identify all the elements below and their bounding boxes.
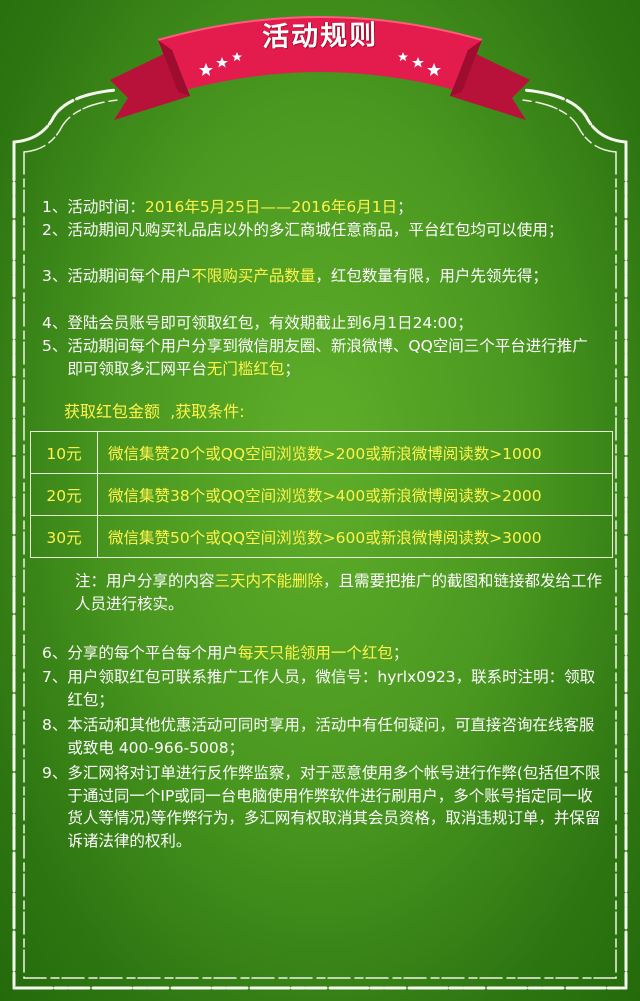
rule-number: 4、 <box>42 314 68 332</box>
rule-item: 7、 用户领取红包可联系推广工作人员，微信号：hyrlx0923，联系时注明：领… <box>42 666 602 711</box>
rule-item: 4、 登陆会员账号即可领取红包，有效期截止到6月1日24:00； <box>42 312 602 335</box>
rule-number: 5、 <box>42 337 68 355</box>
table-row: 30元 微信集赞50个或QQ空间浏览数>600或新浪微博阅读数>3000 <box>30 515 613 558</box>
rule-text: 活动期间凡购买礼品店以外的多汇商城任意商品，平台红包均可以使用； <box>67 219 602 242</box>
rule-item: 6、 分享的每个平台每个用户每天只能领用一个红包； <box>42 642 602 665</box>
reward-condition: 微信集赞50个或QQ空间浏览数>600或新浪微博阅读数>3000 <box>97 515 613 558</box>
reward-amount: 30元 <box>30 515 98 558</box>
rule-number: 9、 <box>42 764 68 782</box>
rule-text-part: ； <box>392 644 409 662</box>
title-ribbon: 活动规则 <box>110 0 530 125</box>
rule-item: 1、 活动时间：2016年5月25日——2016年6月1日； <box>42 196 602 219</box>
rule-text-part: 活动时间： <box>67 198 145 216</box>
highlight-text: 三天内不能删除 <box>214 572 324 590</box>
rule-text: 用户领取红包可联系推广工作人员，微信号：hyrlx0923，联系时注明：领取红包… <box>67 666 602 711</box>
rewards-table: 10元 微信集赞20个或QQ空间浏览数>200或新浪微博阅读数>1000 20元… <box>30 431 613 558</box>
rule-text-part: 活动期间每个用户 <box>67 267 192 285</box>
rule-text-part: 登陆会员账号即可领取红包，有效期截止到6月1日24:00； <box>67 314 473 332</box>
rule-text-part: 分享的每个平台每个用户 <box>67 644 238 662</box>
table-row: 10元 微信集赞20个或QQ空间浏览数>200或新浪微博阅读数>1000 <box>30 431 613 474</box>
rule-text: 活动期间每个用户不限购买产品数量，红包数量有限，用户先领先得； <box>67 265 602 288</box>
rule-text-part: 活动期间每个用户分享到微信朋友圈、新浪微博、QQ空间三个平台进行推广即可领取多汇… <box>67 337 588 378</box>
highlight-text: 无门槛红包 <box>206 359 285 378</box>
rewards-heading: 获取红包金额 ,获取条件: <box>64 402 245 421</box>
rule-text-part: 本活动和其他优惠活动可同时享用，活动中有任何疑问，可直接咨询在线客服或致电 40… <box>67 716 595 757</box>
rule-item: 2、 活动期间凡购买礼品店以外的多汇商城任意商品，平台红包均可以使用； <box>42 219 602 242</box>
banner-title: 活动规则 <box>261 19 379 54</box>
rule-text: 登陆会员账号即可领取红包，有效期截止到6月1日24:00； <box>67 312 602 335</box>
rule-text: 分享的每个平台每个用户每天只能领用一个红包； <box>67 642 602 665</box>
table-row: 20元 微信集赞38个或QQ空间浏览数>400或新浪微博阅读数>2000 <box>30 473 613 516</box>
rule-number: 3、 <box>42 267 68 285</box>
rule-text-part: ； <box>397 198 413 216</box>
rule-text: 活动期间每个用户分享到微信朋友圈、新浪微博、QQ空间三个平台进行推广即可领取多汇… <box>67 335 602 380</box>
rule-number: 2、 <box>42 221 68 239</box>
note-text: 注：用户分享的内容三天内不能删除，且需要把推广的截图和链接都发给工作人员进行核实… <box>75 570 615 615</box>
rule-text-part: ，红包数量有限，用户先领先得； <box>315 267 548 285</box>
reward-condition: 微信集赞20个或QQ空间浏览数>200或新浪微博阅读数>1000 <box>97 431 613 474</box>
note-text-part: 注：用户分享的内容 <box>75 572 215 590</box>
rule-text-part: 多汇网将对订单进行反作弊监察，对于恶意使用多个帐号进行作弊(包括但不限于通过同一… <box>67 764 601 850</box>
highlight-text: 2016年5月25日——2016年6月1日 <box>144 198 398 216</box>
highlight-text: 不限购买产品数量 <box>191 267 316 285</box>
rule-item: 9、 多汇网将对订单进行反作弊监察，对于恶意使用多个帐号进行作弊(包括但不限于通… <box>42 762 602 852</box>
reward-amount: 20元 <box>30 473 98 516</box>
rule-text-part: 用户领取红包可联系推广工作人员，微信号：hyrlx0923，联系时注明：领取红包… <box>67 668 596 709</box>
rule-number: 1、 <box>42 198 68 216</box>
rule-number: 6、 <box>42 644 68 662</box>
rule-text-part: 活动期间凡购买礼品店以外的多汇商城任意商品，平台红包均可以使用； <box>67 221 564 239</box>
reward-amount: 10元 <box>30 431 98 474</box>
highlight-text: 每天只能领用一个红包 <box>237 644 393 662</box>
rule-text: 多汇网将对订单进行反作弊监察，对于恶意使用多个帐号进行作弊(包括但不限于通过同一… <box>67 762 602 852</box>
rule-text-part: ； <box>284 359 300 378</box>
rule-text: 活动时间：2016年5月25日——2016年6月1日； <box>67 196 602 219</box>
rule-item: 5、 活动期间每个用户分享到微信朋友圈、新浪微博、QQ空间三个平台进行推广即可领… <box>42 335 602 380</box>
rule-number: 8、 <box>42 716 68 734</box>
rule-number: 7、 <box>42 668 68 686</box>
rule-text: 本活动和其他优惠活动可同时享用，活动中有任何疑问，可直接咨询在线客服或致电 40… <box>67 714 602 759</box>
reward-condition: 微信集赞38个或QQ空间浏览数>400或新浪微博阅读数>2000 <box>97 473 613 516</box>
rule-item: 3、 活动期间每个用户不限购买产品数量，红包数量有限，用户先领先得； <box>42 265 602 288</box>
rule-item: 8、 本活动和其他优惠活动可同时享用，活动中有任何疑问，可直接咨询在线客服或致电… <box>42 714 602 759</box>
